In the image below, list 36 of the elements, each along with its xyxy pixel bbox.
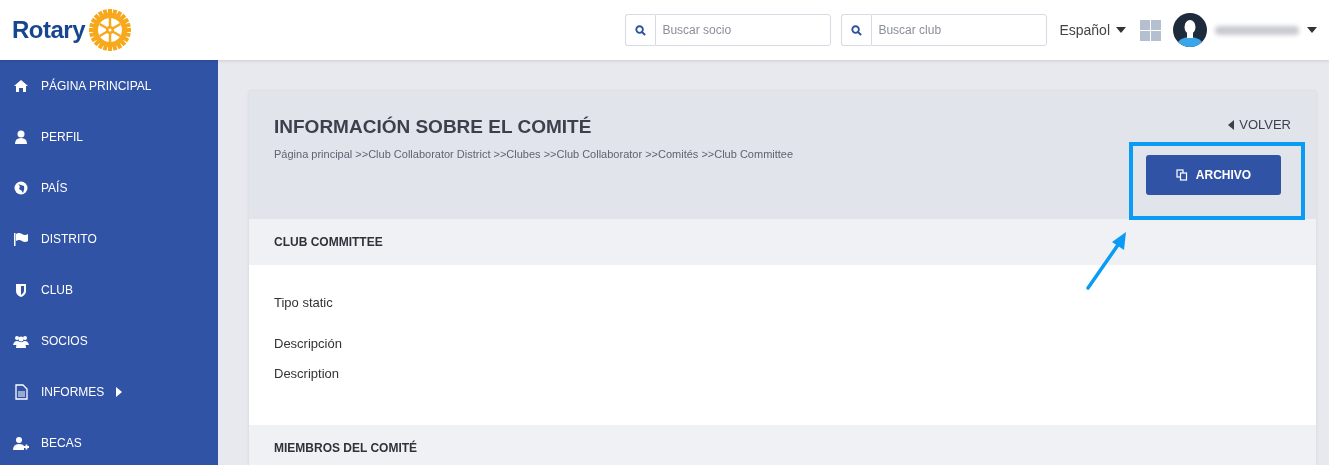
- search-icon: [851, 24, 863, 36]
- caret-icon[interactable]: [1116, 27, 1126, 33]
- home-icon: [13, 77, 29, 94]
- sidebar-item[interactable]: PERFIL: [0, 111, 218, 162]
- field-label: Descripción: [274, 336, 343, 351]
- wheel-logo-icon: [88, 8, 133, 52]
- search-field[interactable]: Buscar club: [871, 14, 1048, 46]
- logo-text: Rotary: [12, 16, 86, 44]
- copy-icon: [1175, 169, 1188, 181]
- section-header: MIEMBROS DEL COMITÉ: [249, 425, 1316, 465]
- caret-icon: [1228, 119, 1235, 130]
- sidebar-item[interactable]: CLUB: [0, 264, 218, 315]
- globe-icon: [13, 179, 29, 196]
- language-selector[interactable]: Español: [1059, 22, 1110, 38]
- avatar-icon[interactable]: [1173, 13, 1207, 47]
- sidebar-item[interactable]: DISTRITO: [0, 213, 218, 264]
- page-title: INFORMACIÓN SOBRE EL COMITÉ: [274, 116, 593, 138]
- search-icon: [635, 24, 647, 36]
- search-field[interactable]: Buscar socio: [655, 14, 832, 46]
- sidebar-item[interactable]: PÁGINA PRINCIPAL: [0, 60, 218, 111]
- flag-icon: [13, 230, 29, 247]
- sidebar-item[interactable]: PAÍS: [0, 162, 218, 213]
- caret-icon[interactable]: [1307, 27, 1317, 33]
- field-label: Tipo static: [274, 295, 334, 310]
- breadcrumb: Página principal >>Club Collaborator District >>Clubes >>Club Collaborator >>Comités >>Club Committee: [274, 148, 794, 160]
- sidebar-item[interactable]: SOCIOS: [0, 315, 218, 366]
- archive-button[interactable]: ARCHIVO: [1146, 155, 1281, 195]
- add-user-icon: [13, 434, 29, 451]
- back-link[interactable]: VOLVER: [1228, 117, 1291, 132]
- document-icon: [13, 383, 29, 400]
- sidebar-item[interactable]: INFORMES: [0, 366, 218, 417]
- shield-icon: [13, 281, 29, 298]
- sidebar-item[interactable]: BECAS: [0, 417, 218, 465]
- user-icon: [13, 128, 29, 145]
- field-value: Description: [274, 366, 341, 381]
- section-header: CLUB COMMITTEE: [249, 219, 1316, 265]
